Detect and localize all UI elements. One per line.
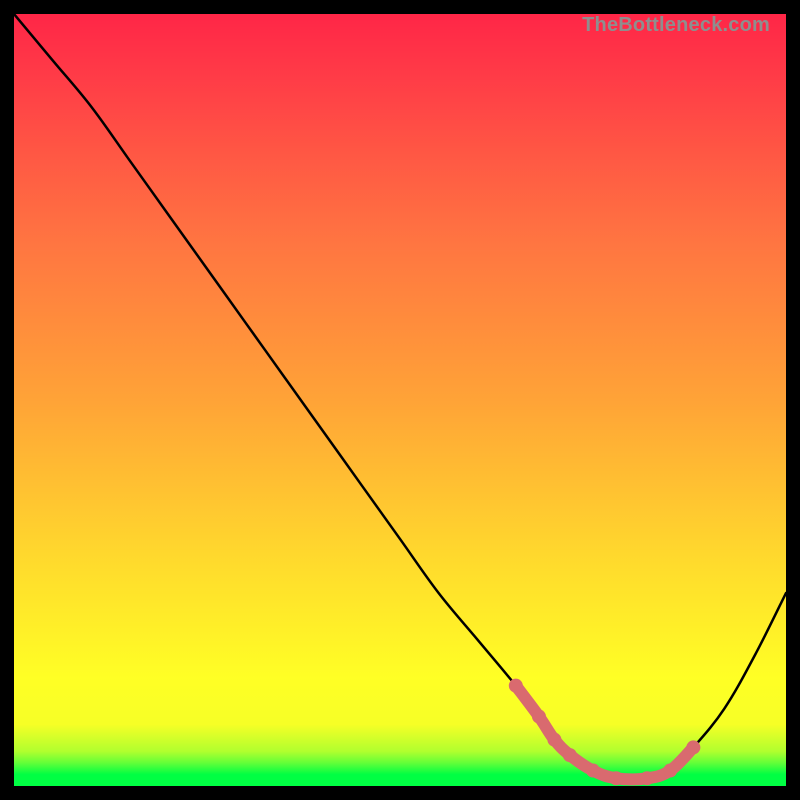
plot-area: TheBottleneck.com <box>14 14 786 786</box>
highlight-dot <box>563 748 577 762</box>
highlight-dot <box>609 771 623 785</box>
highlight-dot <box>509 679 523 693</box>
highlight-dot <box>686 740 700 754</box>
highlight-dot <box>532 710 546 724</box>
highlight-dot <box>547 733 561 747</box>
chart-frame: TheBottleneck.com <box>0 0 800 800</box>
highlight-dot <box>663 764 677 778</box>
highlight-dot <box>586 764 600 778</box>
bottleneck-curve <box>14 14 786 779</box>
attribution-label: TheBottleneck.com <box>582 14 770 37</box>
highlight-dot <box>640 771 654 785</box>
curve-layer <box>14 14 786 786</box>
